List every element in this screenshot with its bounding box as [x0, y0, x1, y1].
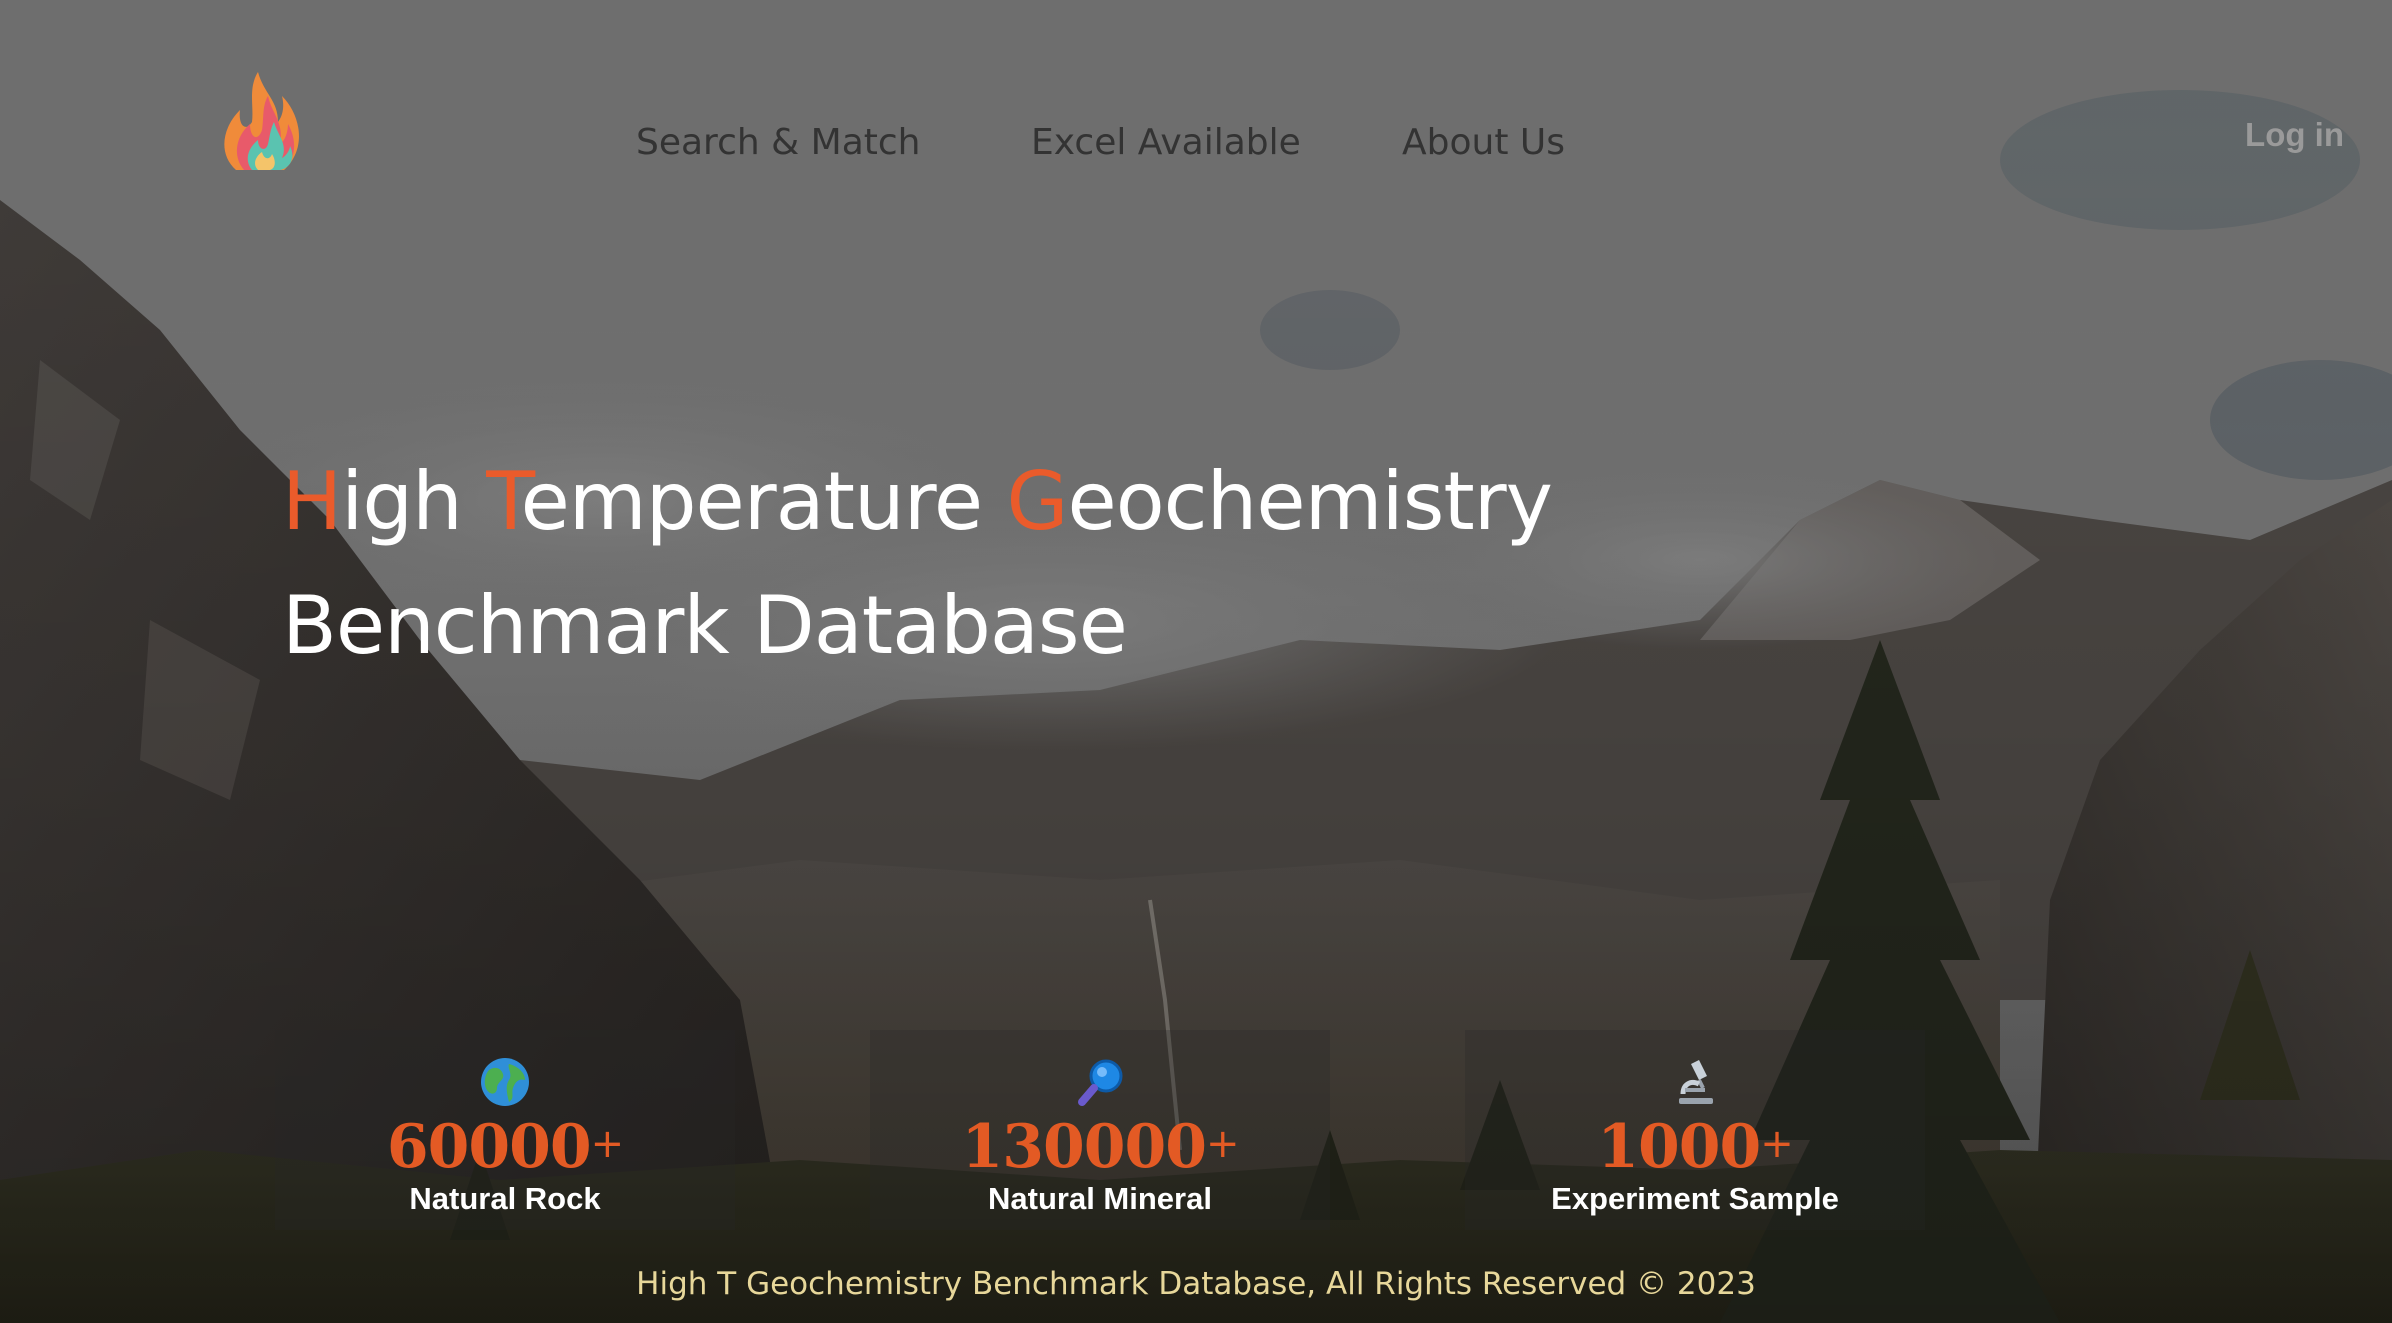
hero-accent-letter: H [282, 455, 342, 548]
stat-number-suffix: + [590, 1121, 625, 1167]
footer-copyright: High T Geochemistry Benchmark Database, … [636, 1266, 1756, 1302]
stat-experiment-sample: 1000+ Experiment Sample [1465, 1030, 1925, 1230]
hero-word-rest: emperature [520, 455, 1007, 548]
page: Search & Match Excel Available About Us … [0, 0, 2392, 1323]
stat-label: Natural Mineral [988, 1181, 1212, 1216]
stat-number-value: 130000 [961, 1112, 1206, 1182]
stat-label: Experiment Sample [1551, 1181, 1839, 1216]
globe-icon [481, 1058, 529, 1106]
stat-number-value: 1000 [1597, 1112, 1761, 1182]
stat-number: 130000+ [870, 1112, 1330, 1179]
main-nav: Search & Match Excel Available About Us [0, 122, 2392, 172]
nav-about-us[interactable]: About Us [1402, 122, 1565, 163]
magnifier-icon [1078, 1059, 1123, 1106]
hero-title-line-2: Benchmark Database [282, 579, 1128, 672]
stat-natural-mineral: 130000+ Natural Mineral [870, 1030, 1330, 1230]
stat-number: 60000+ [275, 1112, 735, 1179]
hero-title: High Temperature Geochemistry Benchmark … [282, 440, 1554, 688]
nav-excel-available[interactable]: Excel Available [1031, 122, 1301, 163]
stat-label: Natural Rock [409, 1181, 601, 1216]
hero-title-line-1: High Temperature Geochemistry [282, 440, 1554, 564]
hero-accent-letter: T [486, 455, 521, 548]
stat-number: 1000+ [1465, 1112, 1925, 1179]
hero-word-rest: igh [341, 455, 487, 548]
stat-number-suffix: + [1205, 1121, 1240, 1167]
login-link[interactable]: Log in [2245, 116, 2344, 154]
stat-number-value: 60000 [386, 1112, 592, 1182]
stat-natural-rock: 60000+ Natural Rock [275, 1030, 735, 1230]
hero-accent-letter: G [1006, 455, 1069, 548]
microscope-icon [1679, 1060, 1713, 1104]
stat-number-suffix: + [1760, 1121, 1794, 1167]
nav-search-match[interactable]: Search & Match [636, 122, 920, 163]
hero-word-rest: eochemistry [1067, 455, 1554, 548]
